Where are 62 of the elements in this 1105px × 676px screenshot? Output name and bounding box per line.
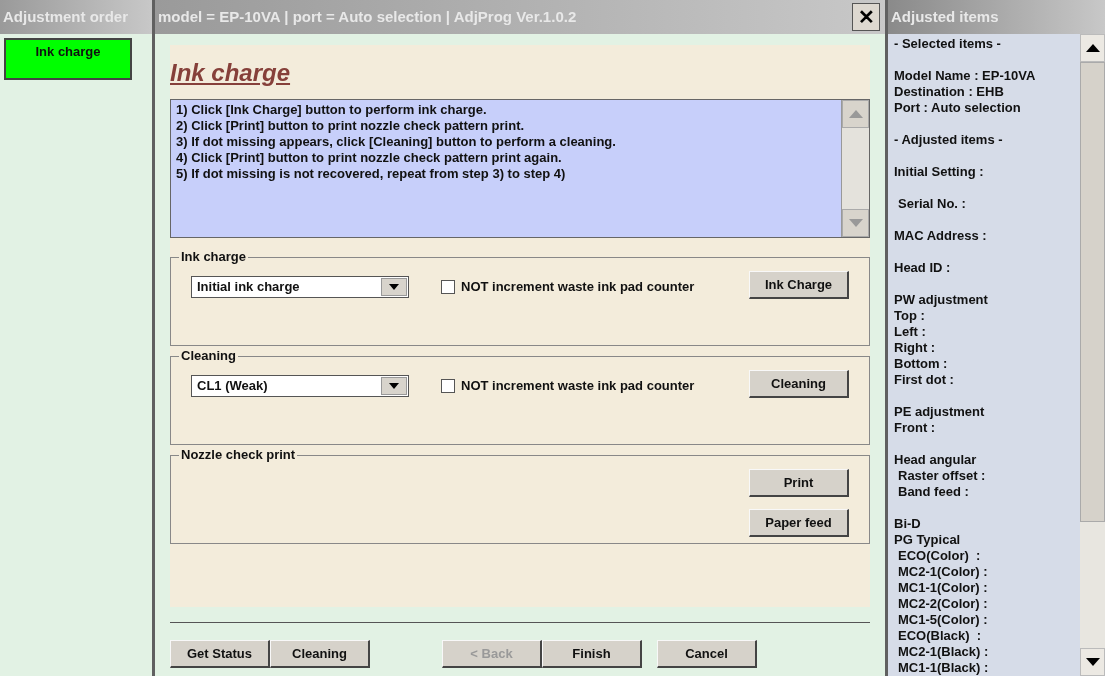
footer-button[interactable]: Get Status — [170, 640, 270, 668]
action-button[interactable]: Paper feed — [749, 509, 849, 537]
scroll-down-icon — [1085, 658, 1100, 666]
footer-button[interactable]: Cancel — [657, 640, 757, 668]
item-label: Bi-D — [894, 516, 922, 532]
page-title: Ink charge — [170, 58, 291, 88]
dropdown[interactable]: Initial ink charge — [191, 276, 409, 298]
window-title: model = EP-10VA | port = Auto selection | AdjProg Ver.1.0.2 — [158, 6, 577, 27]
item-label: MAC Address : — [894, 228, 988, 244]
action-button[interactable]: Cleaning — [749, 370, 849, 398]
close-button[interactable]: ✕ — [852, 3, 880, 31]
section-heading: - Adjusted items - — [894, 132, 1004, 148]
item-label: MC1-1(Black) : — [897, 660, 990, 676]
item-label: Serial No. : — [897, 196, 967, 212]
item-label: PW adjustment — [894, 292, 989, 308]
item-label: Head ID : — [894, 260, 952, 276]
item-label: Top : — [894, 308, 926, 324]
section-heading: - Selected items - — [894, 36, 1002, 52]
item-label: Head angular — [894, 452, 978, 468]
checkbox-label: NOT increment waste ink pad counter — [461, 377, 695, 396]
item-label: Raster offset : — [897, 468, 987, 484]
checkbox[interactable] — [441, 379, 455, 393]
dropdown-arrow-icon — [389, 284, 399, 290]
item-label: ECO(Black) : — [897, 628, 983, 644]
item-label: PG Typical — [894, 532, 962, 548]
scroll-up-icon — [848, 110, 863, 118]
item-label: MC1-1(Color) : — [897, 580, 989, 596]
scroll-down-icon — [848, 219, 863, 227]
item-label: Port : Auto selection — [894, 100, 1022, 116]
item-label: MC2-1(Black) : — [897, 644, 990, 660]
item-label: Left : — [894, 324, 927, 340]
scrollbar[interactable] — [1080, 34, 1105, 676]
action-button[interactable]: Ink Charge — [749, 271, 849, 299]
footer-button[interactable]: Finish — [542, 640, 642, 668]
group-title: Ink charge — [179, 249, 249, 265]
group-title: Nozzle check print — [179, 447, 298, 463]
item-label: ECO(Color) : — [897, 548, 982, 564]
item-label: Initial Setting : — [894, 164, 985, 180]
checkbox[interactable] — [441, 280, 455, 294]
dropdown-arrow-icon — [389, 383, 399, 389]
instructions-text: 1) Click [Ink Charge] button to perform ink charge. 2) Click [Print] button to print nozzle check pattern print. 3) If dot missing appears, click [Cleaning] button to perform a cleaning. 4) Click [Print] button to print nozzle check pattern print again. 5) If dot missing is not recovered, repeat from step 3) to step 4) — [175, 101, 617, 183]
item-label: MC2-2(Color) : — [897, 596, 989, 612]
panel-title: Adjusted items — [888, 0, 1105, 34]
item-label: Band feed : — [897, 484, 970, 500]
item-label: First dot : — [894, 372, 955, 388]
group-title: Cleaning — [179, 348, 238, 364]
item-label: MC1-5(Color) : — [897, 612, 989, 628]
footer-button[interactable]: Cleaning — [270, 640, 370, 668]
item-label: Right : — [894, 340, 937, 356]
item-label: PE adjustment — [894, 404, 986, 420]
item-label: Front : — [894, 420, 937, 436]
item-label: Bottom : — [894, 356, 949, 372]
checkbox-label: NOT increment waste ink pad counter — [461, 278, 695, 297]
scrollbar-thumb[interactable] — [1080, 62, 1105, 522]
item-label: Model Name : EP-10VA — [894, 68, 1037, 84]
scroll-up-icon — [1085, 44, 1100, 52]
sidebar-item[interactable]: Ink charge — [4, 38, 132, 80]
item-label: MC2-1(Color) : — [897, 564, 989, 580]
scrollbar[interactable] — [841, 100, 869, 237]
action-button[interactable]: Print — [749, 469, 849, 497]
item-label: Destination : EHB — [894, 84, 1005, 100]
dropdown[interactable]: CL1 (Weak) — [191, 375, 409, 397]
